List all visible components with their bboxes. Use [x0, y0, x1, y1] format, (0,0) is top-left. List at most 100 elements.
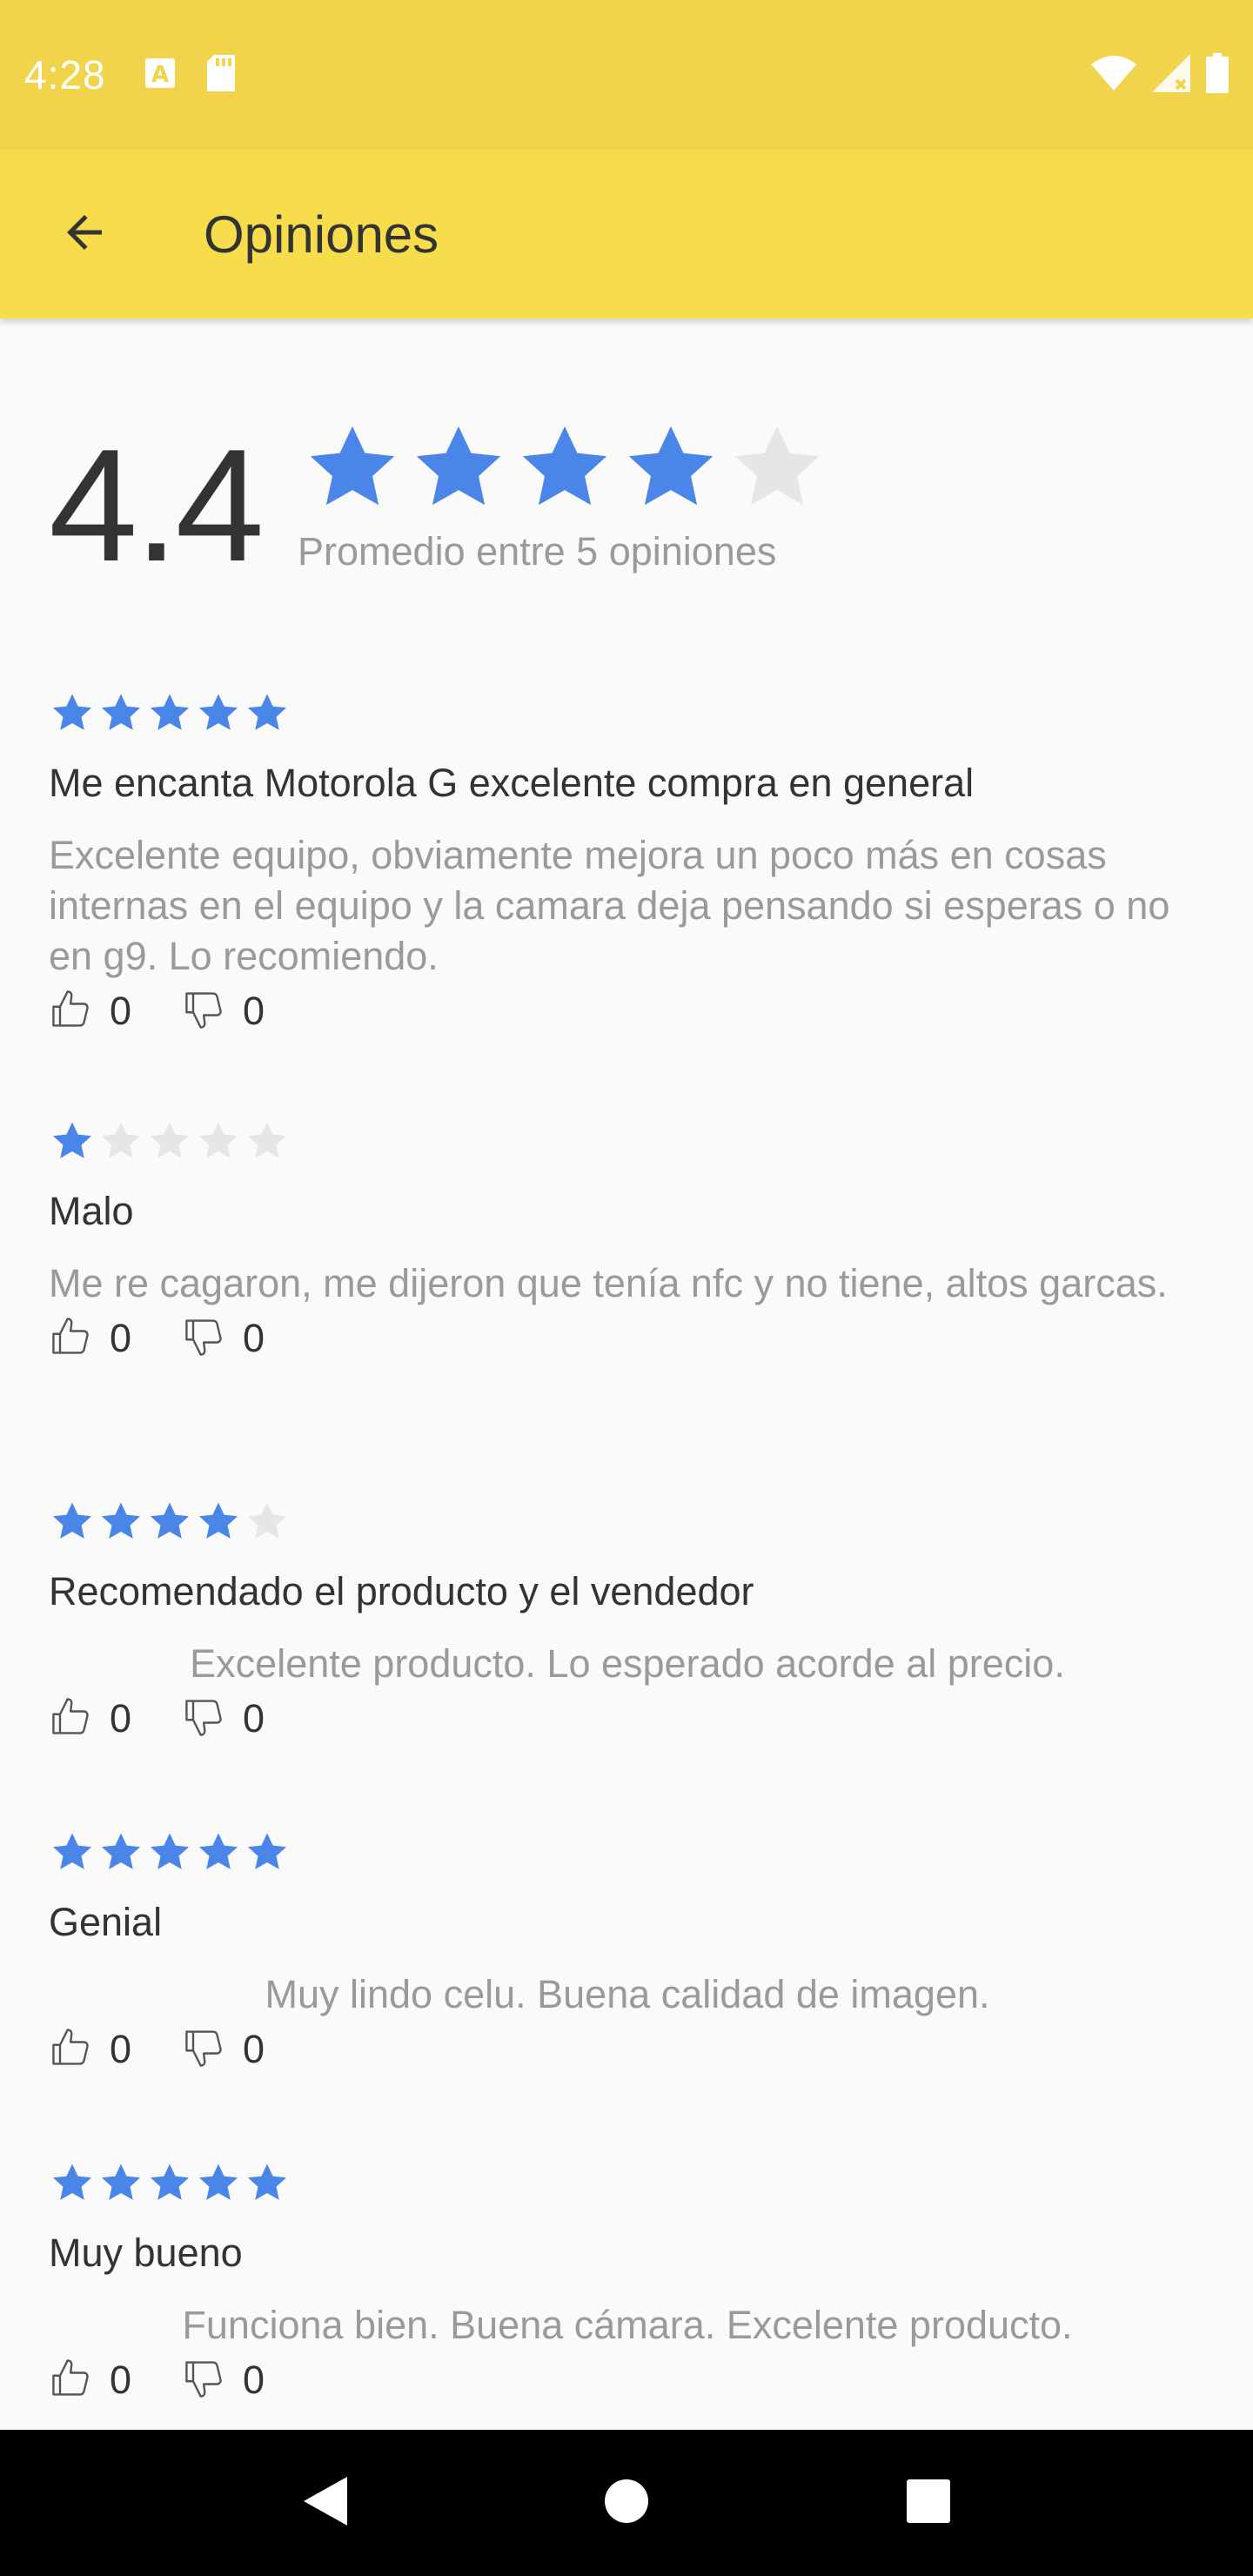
nav-recents-icon	[906, 2479, 951, 2528]
star-filled-icon	[101, 694, 141, 730]
thumbs-down-icon	[182, 2025, 227, 2075]
review-body: Funciona bien. Buena cámara. Excelente p…	[182, 2303, 1073, 2347]
review-votes: 0 0	[49, 2354, 1206, 2406]
star-empty-icon	[247, 1502, 287, 1539]
review-votes: 0 0	[49, 1693, 1206, 1745]
dislike-button[interactable]: 0	[182, 2025, 265, 2075]
dislike-button[interactable]: 0	[182, 987, 265, 1036]
review-votes: 0 0	[49, 2023, 1206, 2076]
review-title: Recomendado el producto y el vendedor	[49, 1569, 754, 1613]
star-filled-icon	[52, 1833, 92, 1869]
star-filled-icon	[247, 2163, 287, 2200]
star-filled-icon	[101, 1833, 141, 1869]
star-filled-icon	[198, 694, 238, 730]
review-votes: 0 0	[49, 985, 1206, 1037]
review-body: Excelente equipo, obviamente mejora un p…	[49, 833, 1170, 978]
like-count: 0	[110, 1316, 132, 1360]
review-body: Excelente producto. Lo esperado acorde a…	[190, 1641, 1065, 1686]
star-filled-icon	[52, 1122, 92, 1158]
review-title: Me encanta Motorola G excelente compra e…	[49, 761, 975, 805]
like-button[interactable]: 0	[49, 987, 131, 1036]
average-rating-value: 4.4	[49, 415, 265, 594]
review-rating-stars	[49, 2157, 1206, 2210]
review-rating-stars	[49, 1116, 1206, 1168]
dislike-count: 0	[243, 2027, 265, 2071]
review-title: Malo	[49, 1189, 134, 1233]
star-filled-icon	[52, 694, 92, 730]
star-filled-icon	[247, 694, 287, 730]
thumbs-up-icon	[49, 1694, 94, 1744]
dislike-button[interactable]: 0	[182, 1694, 265, 1744]
back-button[interactable]	[37, 186, 132, 282]
signal-icon	[1152, 53, 1190, 97]
svg-text:A: A	[151, 62, 168, 88]
dislike-button[interactable]: 0	[182, 1314, 265, 1364]
review-rating-stars	[49, 1827, 1206, 1879]
thumbs-up-icon	[49, 1314, 94, 1364]
star-empty-icon	[101, 1122, 141, 1158]
nav-recents-button[interactable]	[876, 2451, 981, 2555]
like-button[interactable]: 0	[49, 2025, 131, 2075]
star-filled-icon	[198, 1502, 238, 1539]
page-title: Opiniones	[204, 205, 439, 264]
thumbs-up-icon	[49, 987, 94, 1036]
review-body: Me re cagaron, me dijeron que tenía nfc …	[49, 1261, 1168, 1305]
star-filled-icon	[101, 2163, 141, 2200]
status-bar: 4:28 A	[0, 0, 1253, 150]
status-system-icons	[1091, 52, 1229, 97]
dislike-count: 0	[243, 2358, 265, 2402]
like-count: 0	[110, 2358, 132, 2402]
star-filled-icon	[198, 1833, 238, 1869]
thumbs-down-icon	[182, 1314, 227, 1364]
thumbs-down-icon	[182, 987, 227, 1036]
star-empty-icon	[734, 426, 820, 506]
review-votes: 0 0	[49, 1312, 1206, 1365]
star-filled-icon	[628, 426, 714, 506]
thumbs-down-icon	[182, 1694, 227, 1744]
star-empty-icon	[198, 1122, 238, 1158]
wifi-icon	[1091, 55, 1136, 95]
star-filled-icon	[101, 1502, 141, 1539]
app-bar: Opiniones	[0, 150, 1253, 319]
review-body: Muy lindo celu. Buena calidad de imagen.	[265, 1972, 990, 2016]
review-item: Genial Muy lindo celu. Buena calidad de …	[49, 1827, 1206, 2076]
nav-home-icon	[604, 2479, 649, 2528]
star-filled-icon	[247, 1833, 287, 1869]
system-nav-bar	[0, 2430, 1253, 2576]
like-count: 0	[110, 1696, 132, 1741]
sd-card-icon	[205, 54, 237, 96]
dislike-count: 0	[243, 989, 265, 1033]
arrow-back-icon	[58, 206, 111, 263]
star-filled-icon	[150, 1502, 190, 1539]
star-filled-icon	[522, 426, 607, 506]
star-filled-icon	[150, 2163, 190, 2200]
like-button[interactable]: 0	[49, 1694, 131, 1744]
thumbs-down-icon	[182, 2356, 227, 2405]
review-rating-stars	[49, 1496, 1206, 1548]
nav-back-icon	[300, 2475, 349, 2532]
review-title: Muy bueno	[49, 2231, 243, 2275]
nav-home-button[interactable]	[574, 2451, 679, 2555]
thumbs-up-icon	[49, 2356, 94, 2405]
star-filled-icon	[416, 426, 501, 506]
review-item: Muy bueno Funciona bien. Buena cámara. E…	[49, 2157, 1206, 2406]
star-filled-icon	[310, 426, 395, 506]
star-filled-icon	[150, 1833, 190, 1869]
battery-icon	[1206, 52, 1229, 97]
review-title: Genial	[49, 1900, 163, 1944]
like-count: 0	[110, 989, 132, 1033]
review-item: Recomendado el producto y el vendedor Ex…	[49, 1496, 1206, 1745]
review-item: Me encanta Motorola G excelente compra e…	[49, 688, 1206, 1037]
dislike-count: 0	[243, 1316, 265, 1360]
like-button[interactable]: 0	[49, 1314, 131, 1364]
review-item: Malo Me re cagaron, me dijeron que tenía…	[49, 1116, 1206, 1365]
like-button[interactable]: 0	[49, 2356, 131, 2405]
status-time: 4:28	[24, 52, 106, 97]
star-empty-icon	[150, 1122, 190, 1158]
dislike-button[interactable]: 0	[182, 2356, 265, 2405]
star-filled-icon	[52, 2163, 92, 2200]
nav-back-button[interactable]	[272, 2451, 377, 2555]
screen: 4:28 A Opiniones 4.4 Promedio entre 5 op…	[0, 0, 1253, 2576]
status-notification-icons: A	[144, 54, 237, 96]
star-empty-icon	[247, 1122, 287, 1158]
